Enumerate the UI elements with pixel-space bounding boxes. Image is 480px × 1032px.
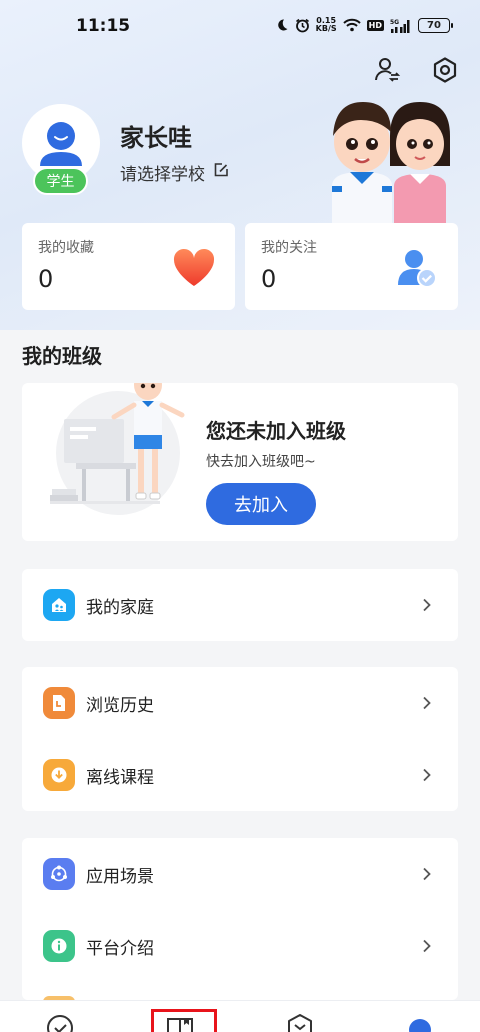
heart-icon: [171, 245, 217, 291]
favorites-label: 我的收藏: [38, 240, 94, 256]
menu-item-app-scenarios[interactable]: 应用场景: [22, 838, 458, 910]
profile-icon[interactable]: [404, 1013, 436, 1032]
menu-label: 我的家庭: [86, 597, 154, 618]
history-doc-icon: [43, 687, 75, 719]
my-class-card: 您还未加入班级 快去加入班级吧~ 去加入: [22, 383, 458, 541]
chevron-right-icon: [423, 867, 431, 881]
empty-class-illustration: [50, 383, 200, 527]
chevron-right-icon: [423, 696, 431, 710]
check-circle-icon[interactable]: [44, 1013, 76, 1032]
edit-icon: [213, 162, 229, 183]
chevron-right-icon: [423, 598, 431, 612]
school-select-label: 请选择学校: [120, 165, 205, 185]
settings-icon[interactable]: [430, 55, 460, 85]
favorites-card[interactable]: 我的收藏 0: [22, 223, 235, 310]
school-select[interactable]: 请选择学校: [120, 160, 229, 185]
bottom-nav: [0, 1000, 480, 1032]
chevron-right-icon: [423, 939, 431, 953]
my-class-title: 我的班级: [22, 344, 102, 368]
moon-icon: [275, 18, 289, 32]
menu-item-platform-intro[interactable]: 平台介绍: [22, 910, 458, 982]
highlight-box: [151, 1009, 217, 1032]
info-icon: [43, 930, 75, 962]
empty-class-title: 您还未加入班级: [206, 419, 346, 443]
menu-label: 应用场景: [86, 866, 154, 887]
user-check-icon: [394, 245, 440, 291]
home-icon: [43, 589, 75, 621]
following-card[interactable]: 我的关注 0: [245, 223, 458, 310]
menu-item-browse-history[interactable]: 浏览历史: [22, 667, 458, 739]
following-label: 我的关注: [261, 240, 317, 256]
status-bar: 11:15 0.15 KB/S HD 5G 70: [0, 0, 480, 52]
switch-user-icon[interactable]: [372, 55, 402, 85]
status-icons: 0.15 KB/S HD 5G 70: [275, 16, 453, 33]
hd-badge: HD: [366, 19, 384, 31]
scene-icon: [43, 858, 75, 890]
mascot-kids-illustration: [328, 100, 458, 224]
wifi-icon: [342, 18, 361, 32]
alarm-icon: [295, 18, 310, 33]
menu-label: 浏览历史: [86, 695, 154, 716]
menu-item-offline-courses[interactable]: 离线课程: [22, 739, 458, 811]
user-name: 家长哇: [120, 124, 192, 152]
following-count: 0: [261, 265, 277, 293]
menu-group-history: 浏览历史 离线课程: [22, 667, 458, 811]
menu-label: 平台介绍: [86, 938, 154, 959]
role-badge: 学生: [33, 167, 88, 195]
net-speed: 0.15 KB/S: [315, 16, 337, 33]
header-actions: [372, 55, 460, 85]
favorites-count: 0: [38, 265, 54, 293]
menu-item-my-family[interactable]: 我的家庭: [22, 569, 458, 641]
menu-label: 离线课程: [86, 767, 154, 788]
battery-icon: 70: [418, 17, 453, 33]
join-class-button[interactable]: 去加入: [206, 483, 316, 525]
svg-text:5G: 5G: [390, 19, 399, 26]
download-icon: [43, 759, 75, 791]
status-time: 11:15: [76, 16, 131, 36]
chevron-right-icon: [423, 768, 431, 782]
badge-icon[interactable]: [284, 1013, 316, 1032]
menu-group-family: 我的家庭: [22, 569, 458, 641]
signal-icon: 5G: [390, 18, 412, 33]
empty-class-subtitle: 快去加入班级吧~: [206, 454, 316, 470]
menu-group-info: 应用场景 平台介绍: [22, 838, 458, 1000]
